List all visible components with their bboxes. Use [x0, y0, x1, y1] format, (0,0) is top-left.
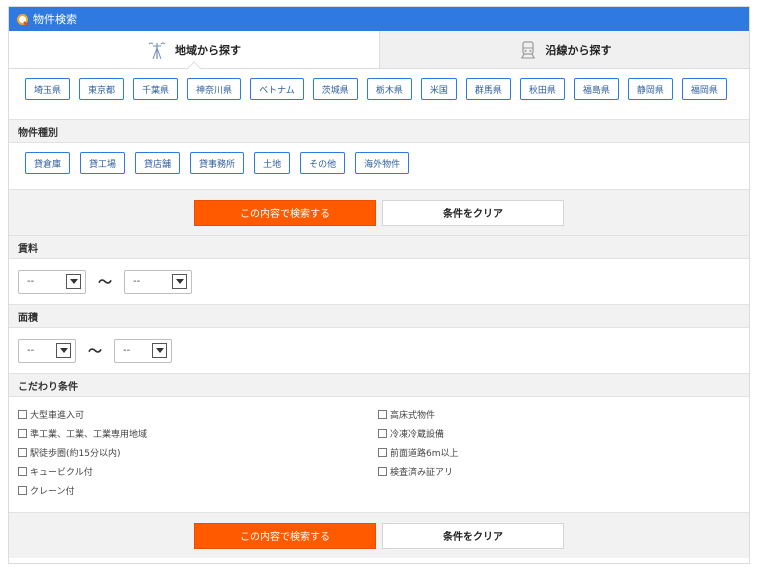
- chevron-down-icon: [172, 274, 187, 289]
- checkbox[interactable]: [18, 467, 27, 476]
- type-chip-warehouse[interactable]: 貸倉庫: [25, 152, 71, 174]
- region-chip-akita[interactable]: 秋田県: [519, 78, 565, 100]
- region-chip-tokyo[interactable]: 東京都: [79, 78, 125, 100]
- search-icon: [17, 13, 28, 25]
- tab-region[interactable]: 地域から探す: [9, 31, 379, 68]
- action-bar-top: この内容で検索する 条件をクリア: [9, 189, 749, 235]
- region-list: 埼玉県 東京都 千葉県 神奈川県 ベトナム 茨城県 栃木県 米国 群馬県 秋田県…: [9, 69, 749, 119]
- type-chip-other[interactable]: その他: [300, 152, 346, 174]
- region-chip-shizuoka[interactable]: 静岡県: [627, 78, 673, 100]
- type-chip-factory[interactable]: 貸工場: [80, 152, 126, 174]
- chevron-down-icon: [56, 343, 71, 358]
- condition-front-road[interactable]: 前面道路6m以上: [378, 446, 459, 459]
- title-bar: 物件検索: [9, 7, 749, 31]
- rent-range: -- 〜 --: [9, 259, 749, 304]
- search-tabs: 地域から探す 沿線から探す: [9, 31, 749, 69]
- region-chip-usa[interactable]: 米国: [420, 78, 457, 100]
- checkbox[interactable]: [378, 429, 387, 438]
- type-chip-overseas[interactable]: 海外物件: [355, 152, 410, 174]
- condition-large-vehicle[interactable]: 大型車進入可: [18, 408, 84, 421]
- train-icon: [520, 40, 535, 58]
- chevron-down-icon: [66, 274, 81, 289]
- rent-max-select[interactable]: --: [124, 269, 192, 294]
- condition-cubicle[interactable]: キュービクル付: [18, 465, 93, 478]
- tab-line[interactable]: 沿線から探す: [379, 31, 749, 68]
- rent-min-select[interactable]: --: [18, 269, 86, 294]
- type-list: 貸倉庫 貸工場 貸店舗 貸事務所 土地 その他 海外物件: [9, 143, 749, 189]
- clear-button[interactable]: 条件をクリア: [382, 522, 564, 549]
- region-chip-fukushima[interactable]: 福島県: [573, 78, 619, 100]
- action-bar-bottom: この内容で検索する 条件をクリア: [9, 512, 749, 558]
- condition-crane[interactable]: クレーン付: [18, 484, 75, 497]
- checkbox[interactable]: [18, 448, 27, 457]
- region-chip-fukuoka[interactable]: 福岡県: [681, 78, 727, 100]
- tab-region-label: 地域から探す: [175, 43, 241, 57]
- search-button[interactable]: この内容で検索する: [194, 522, 376, 549]
- region-chip-kanagawa[interactable]: 神奈川県: [187, 78, 242, 100]
- clear-button[interactable]: 条件をクリア: [382, 199, 564, 226]
- type-chip-store[interactable]: 貸店舗: [135, 152, 181, 174]
- checkbox[interactable]: [18, 410, 27, 419]
- area-max-select[interactable]: --: [114, 338, 172, 363]
- rent-min-value: --: [27, 276, 35, 287]
- conditions-list: 大型車進入可 準工業、工業、工業専用地域 駅徒歩圏(約15分以内) キュービクル…: [9, 397, 749, 512]
- checkbox[interactable]: [378, 410, 387, 419]
- conditions-section-title: こだわり条件: [9, 373, 749, 397]
- region-chip-tochigi[interactable]: 栃木県: [366, 78, 412, 100]
- range-separator: 〜: [98, 274, 112, 291]
- tab-line-label: 沿線から探す: [545, 43, 612, 57]
- area-min-value: --: [27, 345, 35, 356]
- checkbox[interactable]: [18, 486, 27, 495]
- chevron-down-icon: [152, 343, 167, 358]
- area-range: -- 〜 --: [9, 328, 749, 373]
- condition-industrial-zone[interactable]: 準工業、工業、工業専用地域: [18, 427, 147, 440]
- area-min-select[interactable]: --: [18, 338, 76, 363]
- search-panel: 物件検索 地域から探す 沿線から探す 埼玉県 東京都 千葉県 神奈川県 ベトナム…: [8, 6, 750, 564]
- rent-section-title: 賃料: [9, 235, 749, 259]
- area-section-title: 面積: [9, 304, 749, 328]
- panel-title: 物件検索: [33, 13, 77, 26]
- range-separator: 〜: [88, 343, 102, 360]
- checkbox[interactable]: [378, 467, 387, 476]
- region-chip-vietnam[interactable]: ベトナム: [250, 78, 304, 100]
- radio-tower-icon: [148, 42, 166, 59]
- search-button[interactable]: この内容で検索する: [194, 199, 376, 226]
- region-chip-chiba[interactable]: 千葉県: [133, 78, 179, 100]
- region-chip-ibaraki[interactable]: 茨城県: [312, 78, 358, 100]
- type-section-title: 物件種別: [9, 119, 749, 143]
- condition-refrigeration[interactable]: 冷凍冷蔵設備: [378, 427, 444, 440]
- rent-max-value: --: [133, 276, 141, 287]
- area-max-value: --: [123, 345, 131, 356]
- condition-raised-floor[interactable]: 高床式物件: [378, 408, 435, 421]
- condition-station-walk[interactable]: 駅徒歩圏(約15分以内): [18, 446, 120, 459]
- region-chip-saitama[interactable]: 埼玉県: [25, 78, 71, 100]
- type-chip-land[interactable]: 土地: [254, 152, 291, 174]
- condition-inspection-cert[interactable]: 検査済み証アリ: [378, 465, 453, 478]
- checkbox[interactable]: [378, 448, 387, 457]
- checkbox[interactable]: [18, 429, 27, 438]
- type-chip-office[interactable]: 貸事務所: [190, 152, 245, 174]
- region-chip-gunma[interactable]: 群馬県: [465, 78, 511, 100]
